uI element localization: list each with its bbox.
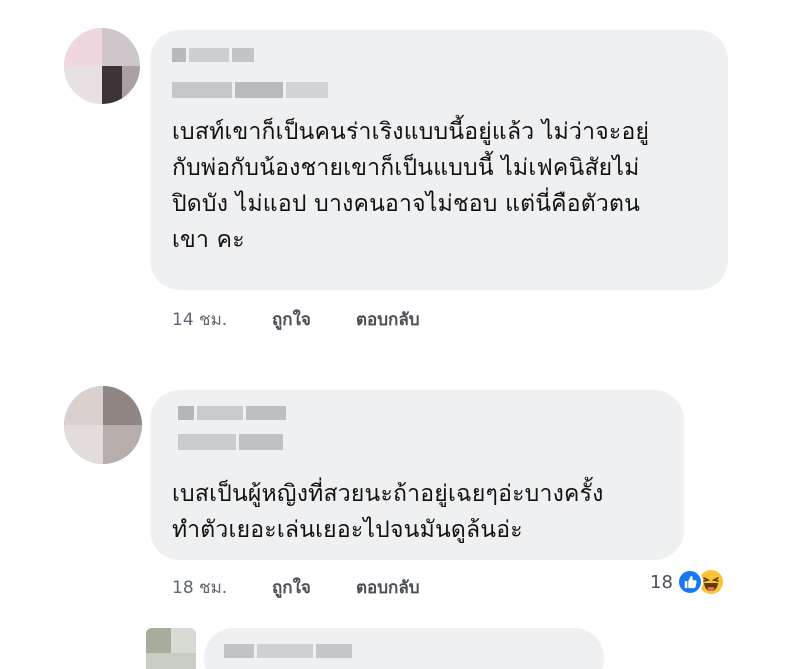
comment-text: เบสท์เขาก็เป็นคนร่าเริงแบบนี้อยู่แล้ว ไม… (172, 114, 649, 258)
comment-line: เขา คะ (172, 227, 245, 253)
comment-bubble: เบสท์เขาก็เป็นคนร่าเริงแบบนี้อยู่แล้ว ไม… (150, 30, 728, 290)
commenter-subtitle-blurred (178, 434, 283, 450)
reply-link[interactable]: ตอบกลับ (356, 306, 420, 333)
commenter-name-blurred[interactable] (178, 406, 286, 420)
comment-bubble: เบสเป็นผู้หญิงที่สวยนะถ้าอยู่เฉยๆอ่ะบางค… (150, 390, 684, 560)
comment-line: ปิดบัง ไม่แอป บางคนอาจไม่ชอบ แต่นี่คือตั… (172, 191, 641, 217)
comment-2: เบสเป็นผู้หญิงที่สวยนะถ้าอยู่เฉยๆอ่ะบางค… (0, 358, 800, 669)
next-commenter-name-blurred[interactable] (224, 644, 352, 658)
next-comment-bubble (204, 628, 604, 669)
comment-text: เบสเป็นผู้หญิงที่สวยนะถ้าอยู่เฉยๆอ่ะบางค… (172, 476, 604, 548)
comment-line: กับพ่อกับน้องชายเขาก็เป็นแบบนี้ ไม่เฟคนิ… (172, 155, 640, 181)
comment-1: เบสท์เขาก็เป็นคนร่าเริงแบบนี้อยู่แล้ว ไม… (0, 0, 800, 350)
like-link[interactable]: ถูกใจ (272, 574, 311, 601)
like-link[interactable]: ถูกใจ (272, 306, 311, 333)
commenter-avatar-blurred[interactable] (64, 386, 142, 464)
comment-line: เบสเป็นผู้หญิงที่สวยนะถ้าอยู่เฉยๆอ่ะบางค… (172, 481, 604, 507)
commenter-subtitle-blurred (172, 82, 328, 98)
reply-link[interactable]: ตอบกลับ (356, 574, 420, 601)
reaction-summary[interactable]: 18 (650, 568, 725, 596)
like-icon (676, 569, 703, 595)
timestamp[interactable]: 18 ชม. (172, 574, 227, 601)
comment-line: เบสท์เขาก็เป็นคนร่าเริงแบบนี้อยู่แล้ว ไม… (172, 119, 650, 145)
comment-line: ทำตัวเยอะเล่นเยอะไปจนมันดูล้นอ่ะ (172, 517, 523, 543)
reaction-count: 18 (650, 571, 673, 593)
next-commenter-avatar-blurred[interactable] (146, 628, 196, 669)
timestamp[interactable]: 14 ชม. (172, 306, 227, 333)
commenter-avatar-blurred[interactable] (64, 28, 140, 104)
commenter-name-blurred[interactable] (172, 48, 254, 62)
